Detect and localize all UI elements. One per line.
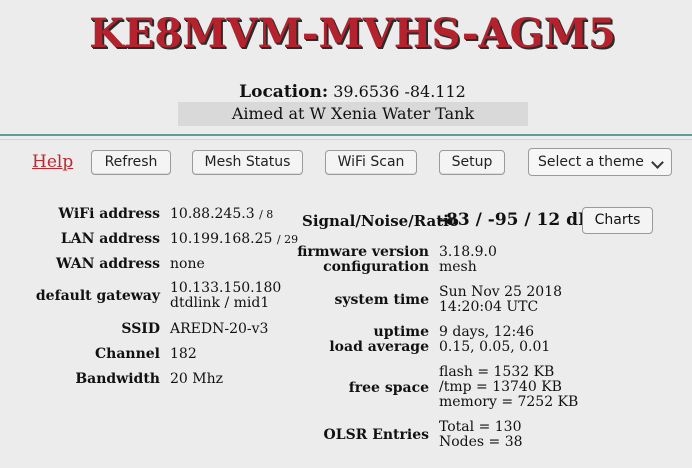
- gateway-name: dtdlink / mid1: [170, 295, 270, 311]
- theme-select[interactable]: Select a theme: [528, 148, 672, 176]
- configuration-value: mesh: [439, 259, 477, 275]
- system-clock: 14:20:04 UTC: [439, 299, 539, 315]
- lan-address-value: 10.199.168.25 / 29: [170, 231, 298, 247]
- theme-select-value: Select a theme: [538, 154, 644, 170]
- free-space-values: flash = 1532 KB /tmp = 13740 KB memory =…: [439, 365, 578, 410]
- free-flash: flash = 1532 KB: [439, 364, 555, 380]
- uptime-label: uptime: [373, 324, 429, 340]
- channel-value: 182: [170, 346, 197, 362]
- free-tmp: /tmp = 13740 KB: [439, 379, 562, 395]
- free-memory: memory = 7252 KB: [439, 394, 579, 410]
- wifi-mask: / 8: [259, 208, 274, 221]
- olsr-nodes: Nodes = 38: [439, 434, 523, 450]
- uptime-load-labels: uptime load average: [290, 325, 429, 355]
- bandwidth-label: Bandwidth: [75, 371, 160, 387]
- location-value: 39.6536 -84.112: [333, 82, 466, 101]
- wifi-address-value: 10.88.245.3 / 8: [170, 206, 273, 222]
- default-gateway-value: 10.133.150.180 dtdlink / mid1: [170, 281, 281, 311]
- refresh-button[interactable]: Refresh: [91, 150, 171, 175]
- charts-button[interactable]: Charts: [582, 207, 653, 234]
- channel-label: Channel: [95, 346, 160, 362]
- firmware-version-value: 3.18.9.0: [439, 244, 497, 260]
- chevron-down-icon: [651, 156, 664, 169]
- uptime-value: 9 days, 12:46: [439, 324, 535, 340]
- firmware-version-label: firmware version: [297, 244, 429, 260]
- wan-address-value: none: [170, 256, 205, 272]
- lan-ip: 10.199.168.25: [170, 231, 273, 247]
- wan-address-label: WAN address: [55, 256, 160, 272]
- wifi-address-label: WiFi address: [58, 206, 160, 222]
- olsr-total: Total = 130: [439, 419, 522, 435]
- location-line: Location: 39.6536 -84.112: [0, 82, 692, 102]
- help-link[interactable]: Help: [32, 152, 73, 172]
- default-gateway-label: default gateway: [35, 288, 160, 304]
- system-time-value: Sun Nov 25 2018 14:20:04 UTC: [439, 285, 562, 315]
- bandwidth-value: 20 Mhz: [170, 371, 223, 387]
- wifi-ip: 10.88.245.3: [170, 206, 255, 222]
- ssid-label: SSID: [121, 321, 160, 337]
- mesh-status-button[interactable]: Mesh Status: [192, 150, 303, 175]
- olsr-entries-label: OLSR Entries: [323, 427, 429, 443]
- lan-address-label: LAN address: [60, 231, 160, 247]
- uptime-load-values: 9 days, 12:46 0.15, 0.05, 0.01: [439, 325, 550, 355]
- gateway-ip: 10.133.150.180: [170, 280, 282, 296]
- node-description: Aimed at W Xenia Water Tank: [178, 102, 528, 126]
- setup-button[interactable]: Setup: [439, 150, 505, 175]
- configuration-label: configuration: [323, 259, 429, 275]
- olsr-entries-values: Total = 130 Nodes = 38: [439, 420, 523, 450]
- header-divider: [0, 134, 692, 140]
- location-label: Location:: [239, 82, 329, 102]
- ssid-value: AREDN-20-v3: [170, 321, 269, 337]
- load-average-value: 0.15, 0.05, 0.01: [439, 339, 551, 355]
- node-name-title: KE8MVM-MVHS-AGM5: [89, 10, 616, 57]
- free-space-label: free space: [348, 380, 429, 396]
- system-date: Sun Nov 25 2018: [439, 284, 563, 300]
- snr-label: Signal/Noise/Ratio: [302, 212, 459, 230]
- snr-value: -83 / -95 / 12 dB: [439, 210, 593, 230]
- firmware-config-labels: firmware version configuration: [290, 245, 429, 275]
- wifi-scan-button[interactable]: WiFi Scan: [325, 150, 417, 175]
- firmware-config-values: 3.18.9.0 mesh: [439, 245, 497, 275]
- load-average-label: load average: [329, 339, 429, 355]
- system-time-label: system time: [334, 292, 429, 308]
